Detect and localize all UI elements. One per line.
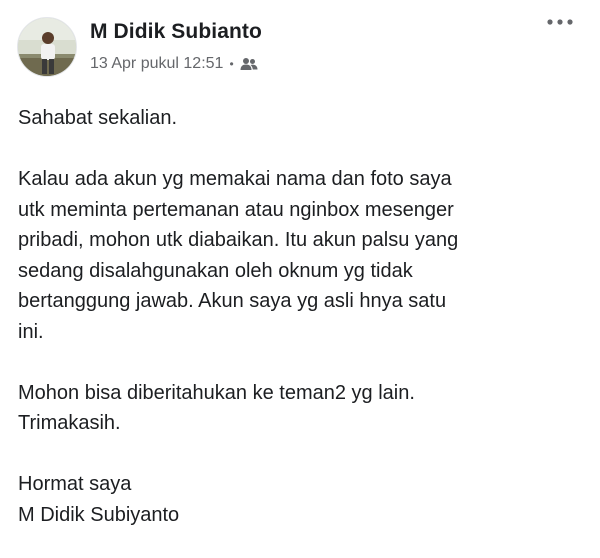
avatar-photo: [18, 18, 76, 76]
post-paragraph: Kalau ada akun yg memakai nama dan foto …: [18, 168, 459, 343]
post-paragraph: Hormat saya M Didik Subiyanto: [18, 473, 180, 526]
facebook-post: M Didik Subianto 13 Apr pukul 12:51 • Sa…: [0, 0, 600, 558]
friends-icon[interactable]: [240, 57, 258, 71]
more-options-icon: [547, 19, 573, 25]
post-meta: 13 Apr pukul 12:51 •: [90, 55, 258, 73]
more-options-button[interactable]: [542, 10, 578, 34]
post-body: Sahabat sekalian. Kalau ada akun yg mema…: [18, 103, 588, 530]
post-paragraph: Sahabat sekalian.: [18, 107, 178, 129]
meta-separator: •: [229, 57, 234, 71]
post-timestamp[interactable]: 13 Apr pukul 12:51: [90, 55, 223, 73]
author-name[interactable]: M Didik Subianto: [90, 20, 262, 44]
post-paragraph: Mohon bisa diberitahukan ke teman2 yg la…: [18, 381, 415, 435]
author-avatar[interactable]: [17, 17, 77, 77]
